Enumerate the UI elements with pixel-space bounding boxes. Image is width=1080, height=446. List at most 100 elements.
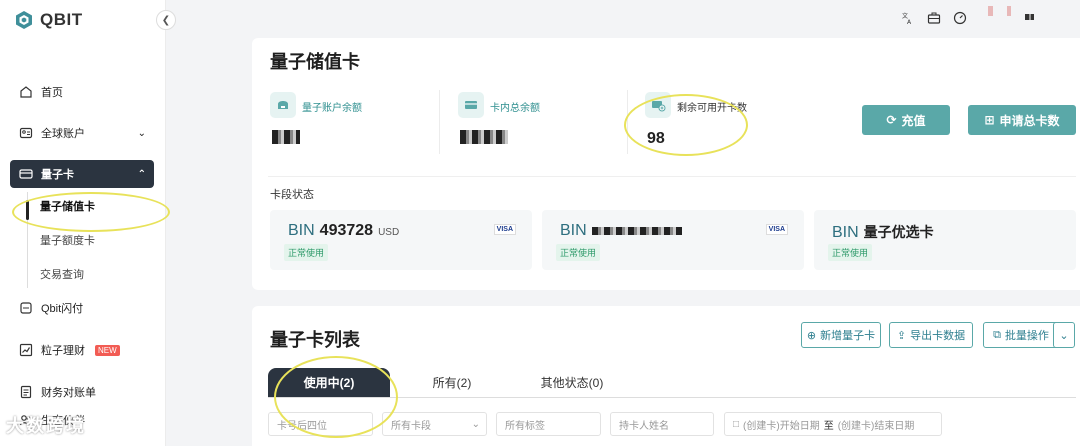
home-icon [18,85,33,100]
stat-label: 卡内总余额 [490,103,540,114]
chevron-down-icon: ⌄ [471,418,480,430]
date-start-placeholder: (创建卡)开始日期 [743,420,820,432]
divider [439,90,440,154]
header-actions: 文A [900,10,968,26]
section-divider [268,176,1076,177]
tab-label: 所有(2) [432,376,472,390]
username-redacted [1025,14,1034,20]
logo[interactable]: QBIT [14,10,83,30]
add-card-button[interactable]: ⊕ 新增量子卡 [801,322,881,348]
holder-name-input[interactable]: 持卡人姓名 [610,412,714,436]
chart-icon [18,343,33,358]
qbit-logo-icon [16,11,32,29]
bin-prefix: BIN [288,222,315,239]
bin-currency: USD [378,227,400,238]
chevron-left-icon: ❮ [161,14,171,26]
stat-value-redacted [460,130,508,149]
translate-icon[interactable]: 文A [900,10,916,26]
collapse-sidebar-button[interactable]: ❮ [156,10,176,30]
sidebar-item-quantum-card[interactable]: 量子卡 ⌃ [10,160,154,188]
calendar-icon: □ [733,418,740,430]
bin-section-label: 卡段状态 [270,189,314,201]
tag-select[interactable]: 所有标签 [496,412,601,436]
bin-card[interactable]: BIN 493728 USD VISA 正常使用 [270,210,532,270]
sidebar-item-home[interactable]: 首页 [10,78,154,106]
sidebar-item-statement[interactable]: 财务对账单 [10,378,154,406]
bin-select[interactable]: 所有卡段 ⌄ [382,412,487,436]
bin-title: BIN 量子优选卡 [832,222,934,242]
export-button[interactable]: ⇪ 导出卡数据 [889,322,973,348]
date-end-placeholder: (创建卡)结束日期 [837,420,915,432]
export-icon: ⇪ [896,329,907,342]
stat-account-balance: 量子账户余额 [270,92,362,144]
recharge-button[interactable]: ⟳ 充值 [862,105,950,135]
highlight-circle [274,356,398,438]
card-balance-icon [458,92,484,118]
export-label: 导出卡数据 [910,330,966,342]
chevron-down-icon: ⌄ [1059,329,1069,342]
sidebar-subitem-label: 量子额度卡 [40,235,95,247]
status-badge: 正常使用 [556,244,601,261]
wallet-icon [270,92,296,118]
briefcase-icon[interactable] [926,10,942,26]
sidebar-item-label: Qbit闪付 [41,303,84,315]
tab-all[interactable]: 所有(2) [408,368,496,397]
tab-other-status[interactable]: 其他状态(0) [522,368,622,397]
statement-icon [18,385,33,400]
sidebar-subitem-label: 交易查询 [40,269,84,281]
new-badge: NEW [95,344,120,356]
watermark: 大数跨境 [6,416,86,436]
card-icon [18,167,33,182]
bin-prefix: BIN [560,222,587,239]
list-title: 量子卡列表 [270,330,360,350]
sidebar-item-global-account[interactable]: 全球账户 ⌄ [10,119,154,147]
sidebar-item-qbit-pay[interactable]: Qbit闪付 [10,294,154,322]
stat-card-balance: 卡内总余额 [458,92,540,144]
sidebar-item-label: 首页 [41,87,63,99]
bin-number: 493728 [319,222,374,239]
bin-prefix: BIN [832,224,859,241]
bin-title: BIN 493728 USD [288,222,399,240]
sidebar-nav: 首页 全球账户 ⌄ 量子卡 ⌃ 量子储值卡 量子额度卡 交易查询 Qbit闪付 … [10,78,154,434]
app-name: QBIT [40,10,83,29]
user-avatar[interactable] [988,6,1034,20]
plus-circle-icon: ⊕ [806,329,817,342]
gauge-icon[interactable] [952,10,968,26]
status-badge: 正常使用 [828,244,873,261]
batch-operations-button[interactable]: ⧉ 批量操作 [983,322,1059,348]
account-card-icon [18,126,33,141]
svg-text:A: A [907,19,912,25]
bin-title: BIN [560,222,682,240]
tab-label: 其他状态(0) [540,376,604,390]
avatar-pixel [988,6,993,16]
highlight-circle [12,192,170,232]
sidebar-item-wealth[interactable]: 粒子理财 NEW [10,336,154,364]
bin-card[interactable]: BIN VISA 正常使用 [542,210,804,270]
status-badge: 正常使用 [284,244,329,261]
date-separator: 至 [823,420,834,432]
sidebar-item-label: 粒子理财 [41,345,85,357]
sidebar-item-label: 财务对账单 [41,387,96,399]
avatar-pixel [1006,6,1011,16]
batch-label: 批量操作 [1004,330,1049,342]
apply-label: 申请总卡数 [999,113,1060,128]
visa-logo: VISA [493,224,516,235]
page-title: 量子储值卡 [270,52,360,72]
bin-name: 量子优选卡 [863,224,934,240]
sidebar-item-label: 量子卡 [41,169,74,181]
visa-logo: VISA [765,224,788,235]
plus-square-icon: ⊞ [984,113,995,127]
bin-card[interactable]: BIN 量子优选卡 正常使用 [814,210,1076,270]
batch-dropdown-button[interactable]: ⌄ [1053,322,1075,348]
highlight-circle [624,94,748,156]
pay-icon [18,301,33,316]
placeholder: 所有标签 [505,420,545,432]
sidebar-subitem-transactions[interactable]: 交易查询 [10,260,154,288]
sidebar-item-label: 全球账户 [41,128,85,140]
apply-total-cards-button[interactable]: ⊞ 申请总卡数 [968,105,1076,135]
date-range-picker[interactable]: □ (创建卡)开始日期 至 (创建卡)结束日期 [724,412,942,436]
stat-value-redacted [272,130,300,149]
bin-number-redacted [591,227,682,235]
add-card-label: 新增量子卡 [820,330,876,342]
overview-card: 量子储值卡 量子账户余额 卡内总余额 剩余可用开卡数 98 ⟳ 充值 ⊞ 申请总… [252,38,1080,290]
